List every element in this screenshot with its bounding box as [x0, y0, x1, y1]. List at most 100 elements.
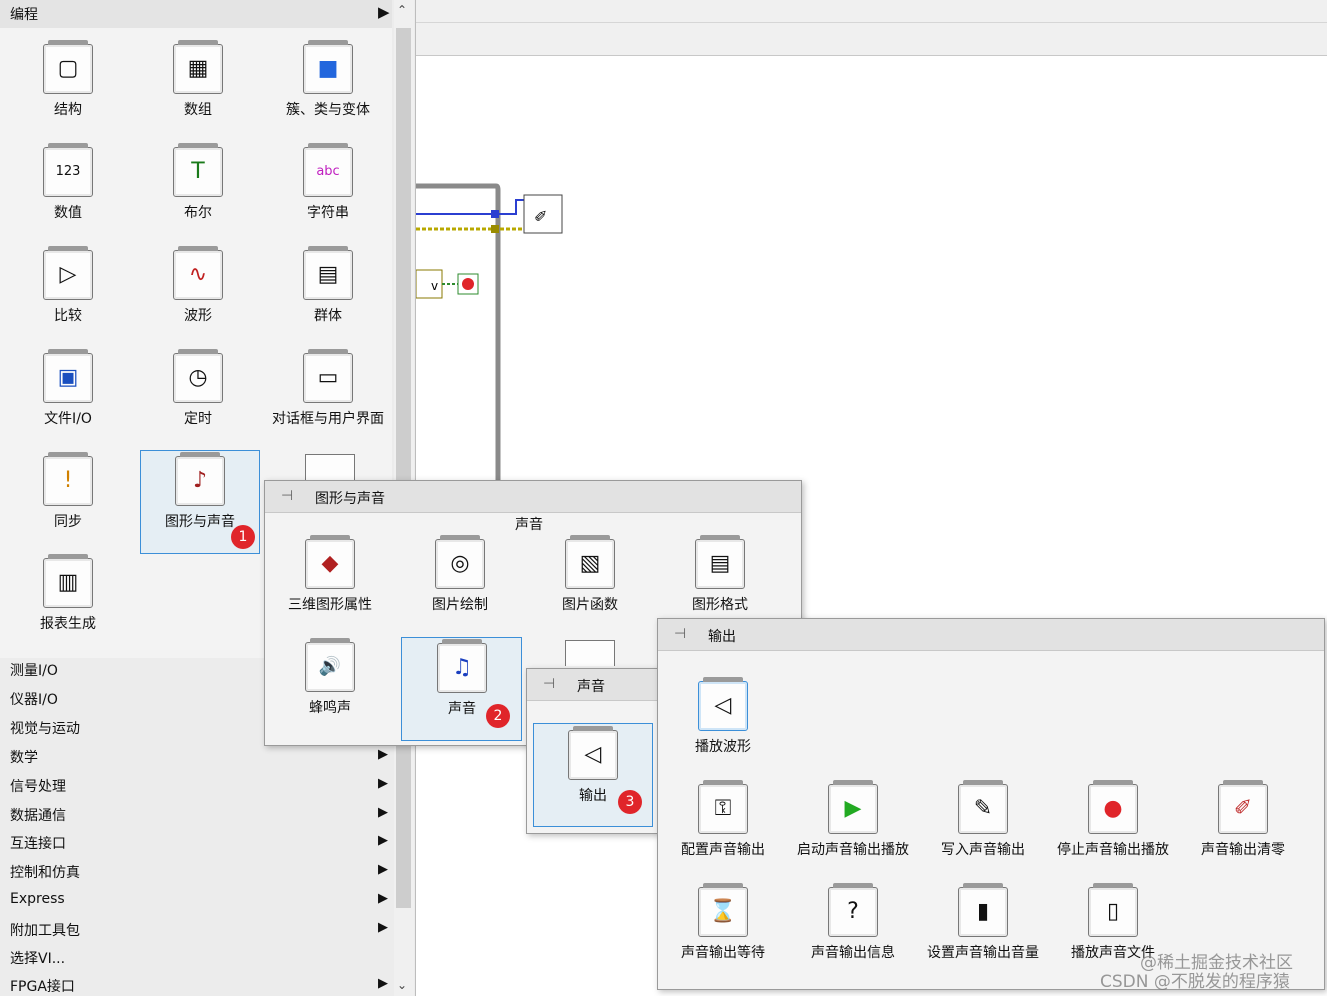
- palette-item-label: 文件I/O: [44, 411, 92, 427]
- pin-icon[interactable]: ⊣: [281, 488, 293, 504]
- category-measurement-io[interactable]: 测量I/O: [10, 660, 58, 680]
- step-badge-3: 3: [618, 790, 642, 814]
- panel-header: ⊣ 图形与声音: [265, 481, 801, 513]
- palette-item-waveform[interactable]: ∿ 波形: [138, 246, 258, 326]
- panel-item-label: 三维图形属性: [288, 597, 372, 613]
- category-express[interactable]: Express: [10, 891, 65, 907]
- panel-item-stop-output[interactable]: ● 停止声音输出播放: [1053, 780, 1173, 860]
- chevron-right-icon[interactable]: ▶: [378, 920, 388, 935]
- watch-icon: ◷: [173, 349, 223, 403]
- panel-item-picture-plot[interactable]: ◎ 图片绘制: [400, 535, 520, 615]
- numeric-icon: 123: [43, 143, 93, 197]
- panel-item-label: 写入声音输出: [941, 842, 1025, 858]
- category-control-sim[interactable]: 控制和仿真: [10, 862, 80, 882]
- traffic-light-icon: !: [43, 452, 93, 506]
- palette-item-label: 数组: [184, 102, 212, 118]
- panel-item-play-waveform[interactable]: ◁ 播放波形: [663, 677, 783, 757]
- category-addons[interactable]: 附加工具包: [10, 920, 80, 940]
- chevron-right-icon[interactable]: ▶: [378, 776, 388, 791]
- palette-item-partial: [305, 454, 355, 480]
- category-select-vi[interactable]: 选择VI...: [10, 948, 65, 968]
- graphics-sound-icon: ♪: [175, 452, 225, 506]
- chevron-right-icon[interactable]: ▶: [378, 3, 390, 21]
- chevron-right-icon[interactable]: ▶: [378, 976, 388, 991]
- palette-header[interactable]: 编程 ▶: [0, 0, 392, 28]
- cluster-icon: ■: [303, 40, 353, 94]
- eraser-icon: ✐: [1218, 780, 1268, 834]
- palette-item-report[interactable]: ▥ 报表生成: [8, 554, 128, 634]
- pin-icon[interactable]: ⊣: [543, 676, 555, 692]
- palette-item-label: 结构: [54, 102, 82, 118]
- palette-item-boolean[interactable]: T 布尔: [138, 143, 258, 223]
- hourglass-icon: ⌛: [698, 883, 748, 937]
- palette-item-dialog[interactable]: ▭ 对话框与用户界面: [268, 349, 388, 430]
- panel-title: 图形与声音: [315, 491, 385, 507]
- panel-item-config-output[interactable]: ⚿ 配置声音输出: [663, 780, 783, 860]
- palette-item-numeric[interactable]: 123 数值: [8, 143, 128, 223]
- pin-icon[interactable]: ⊣: [674, 626, 686, 642]
- panel-item-label: 配置声音输出: [681, 842, 765, 858]
- music-note-icon: ♫: [437, 639, 487, 693]
- string-icon: abc: [303, 143, 353, 197]
- speaker-output-icon: ◁: [568, 726, 618, 780]
- category-math[interactable]: 数学: [10, 747, 38, 767]
- panel-item-start-output[interactable]: ▶ 启动声音输出播放: [793, 780, 913, 860]
- category-vision-motion[interactable]: 视觉与运动: [10, 718, 80, 738]
- panel-item-label: 停止声音输出播放: [1057, 842, 1169, 858]
- category-fpga[interactable]: FPGA接口: [10, 976, 75, 996]
- graphics-formats-icon: ▤: [695, 535, 745, 589]
- palette-item-structures[interactable]: ▢ 结构: [8, 40, 128, 120]
- panel-item-picture-functions[interactable]: ▧ 图片函数: [530, 535, 650, 615]
- panel-item-clear-output[interactable]: ✐ 声音输出清零: [1183, 780, 1303, 860]
- palette-item-label: 定时: [184, 411, 212, 427]
- panel-item-label: 蜂鸣声: [309, 700, 351, 716]
- report-icon: ▥: [43, 554, 93, 608]
- palette-item-string[interactable]: abc 字符串: [268, 143, 388, 223]
- panel-item-label: 声音输出等待: [681, 945, 765, 961]
- subvi-glyph: ✐: [534, 207, 547, 226]
- chevron-right-icon[interactable]: ▶: [378, 747, 388, 762]
- palette-item-label: 对话框与用户界面: [272, 411, 384, 427]
- panel-item-output-wait[interactable]: ⌛ 声音输出等待: [663, 883, 783, 963]
- panel-item-label: 图片函数: [562, 597, 618, 613]
- scroll-down-icon[interactable]: ⌄: [397, 978, 407, 992]
- category-connectivity[interactable]: 互连接口: [10, 833, 66, 853]
- blue-terminal: [491, 210, 499, 218]
- palette-item-collection[interactable]: ▤ 群体: [268, 246, 388, 326]
- panel-item-set-volume[interactable]: ▮ 设置声音输出音量: [923, 883, 1043, 963]
- panel-header: ⊣ 声音: [527, 669, 659, 701]
- structures-icon: ▢: [43, 40, 93, 94]
- picture-functions-icon: ▧: [565, 535, 615, 589]
- scroll-up-icon[interactable]: ⌃: [397, 3, 407, 17]
- palette-item-cluster[interactable]: ■ 簇、类与变体: [268, 40, 388, 120]
- panel-item-graphics-formats[interactable]: ▤ 图形格式: [660, 535, 780, 615]
- chevron-right-icon[interactable]: ▶: [378, 862, 388, 877]
- chevron-right-icon[interactable]: ▶: [378, 805, 388, 820]
- panel-item-beep[interactable]: 🔊 蜂鸣声: [270, 638, 390, 718]
- category-signal-processing[interactable]: 信号处理: [10, 776, 66, 796]
- palette-item-label: 数值: [54, 205, 82, 221]
- category-instrument-io[interactable]: 仪器I/O: [10, 689, 58, 709]
- palette-item-label: 簇、类与变体: [286, 102, 370, 118]
- chevron-right-icon[interactable]: ▶: [378, 833, 388, 848]
- palette-item-label: 报表生成: [40, 616, 96, 632]
- panel-item-3d-graph[interactable]: ◆ 三维图形属性: [270, 535, 390, 615]
- boolean-icon: T: [173, 143, 223, 197]
- palette-item-label: 比较: [54, 308, 82, 324]
- step-badge-2: 2: [486, 704, 510, 728]
- palette-item-label: 波形: [184, 308, 212, 324]
- palette-item-file-io[interactable]: ▣ 文件I/O: [8, 349, 128, 429]
- scrollbar-thumb[interactable]: [396, 28, 411, 908]
- palette-item-sync[interactable]: ! 同步: [8, 452, 128, 532]
- panel-item-output-info[interactable]: ? 声音输出信息: [793, 883, 913, 963]
- palette-item-array[interactable]: ▦ 数组: [138, 40, 258, 120]
- sound-file-icon: ▯: [1088, 883, 1138, 937]
- comparison-icon: ▷: [43, 246, 93, 300]
- palette-item-timing[interactable]: ◷ 定时: [138, 349, 258, 429]
- panel-item-write-output[interactable]: ✎ 写入声音输出: [923, 780, 1043, 860]
- speaker-icon: 🔊: [305, 638, 355, 692]
- chevron-right-icon[interactable]: ▶: [378, 891, 388, 906]
- palette-item-comparison[interactable]: ▷ 比较: [8, 246, 128, 326]
- volume-icon: ▮: [958, 883, 1008, 937]
- category-data-comm[interactable]: 数据通信: [10, 805, 66, 825]
